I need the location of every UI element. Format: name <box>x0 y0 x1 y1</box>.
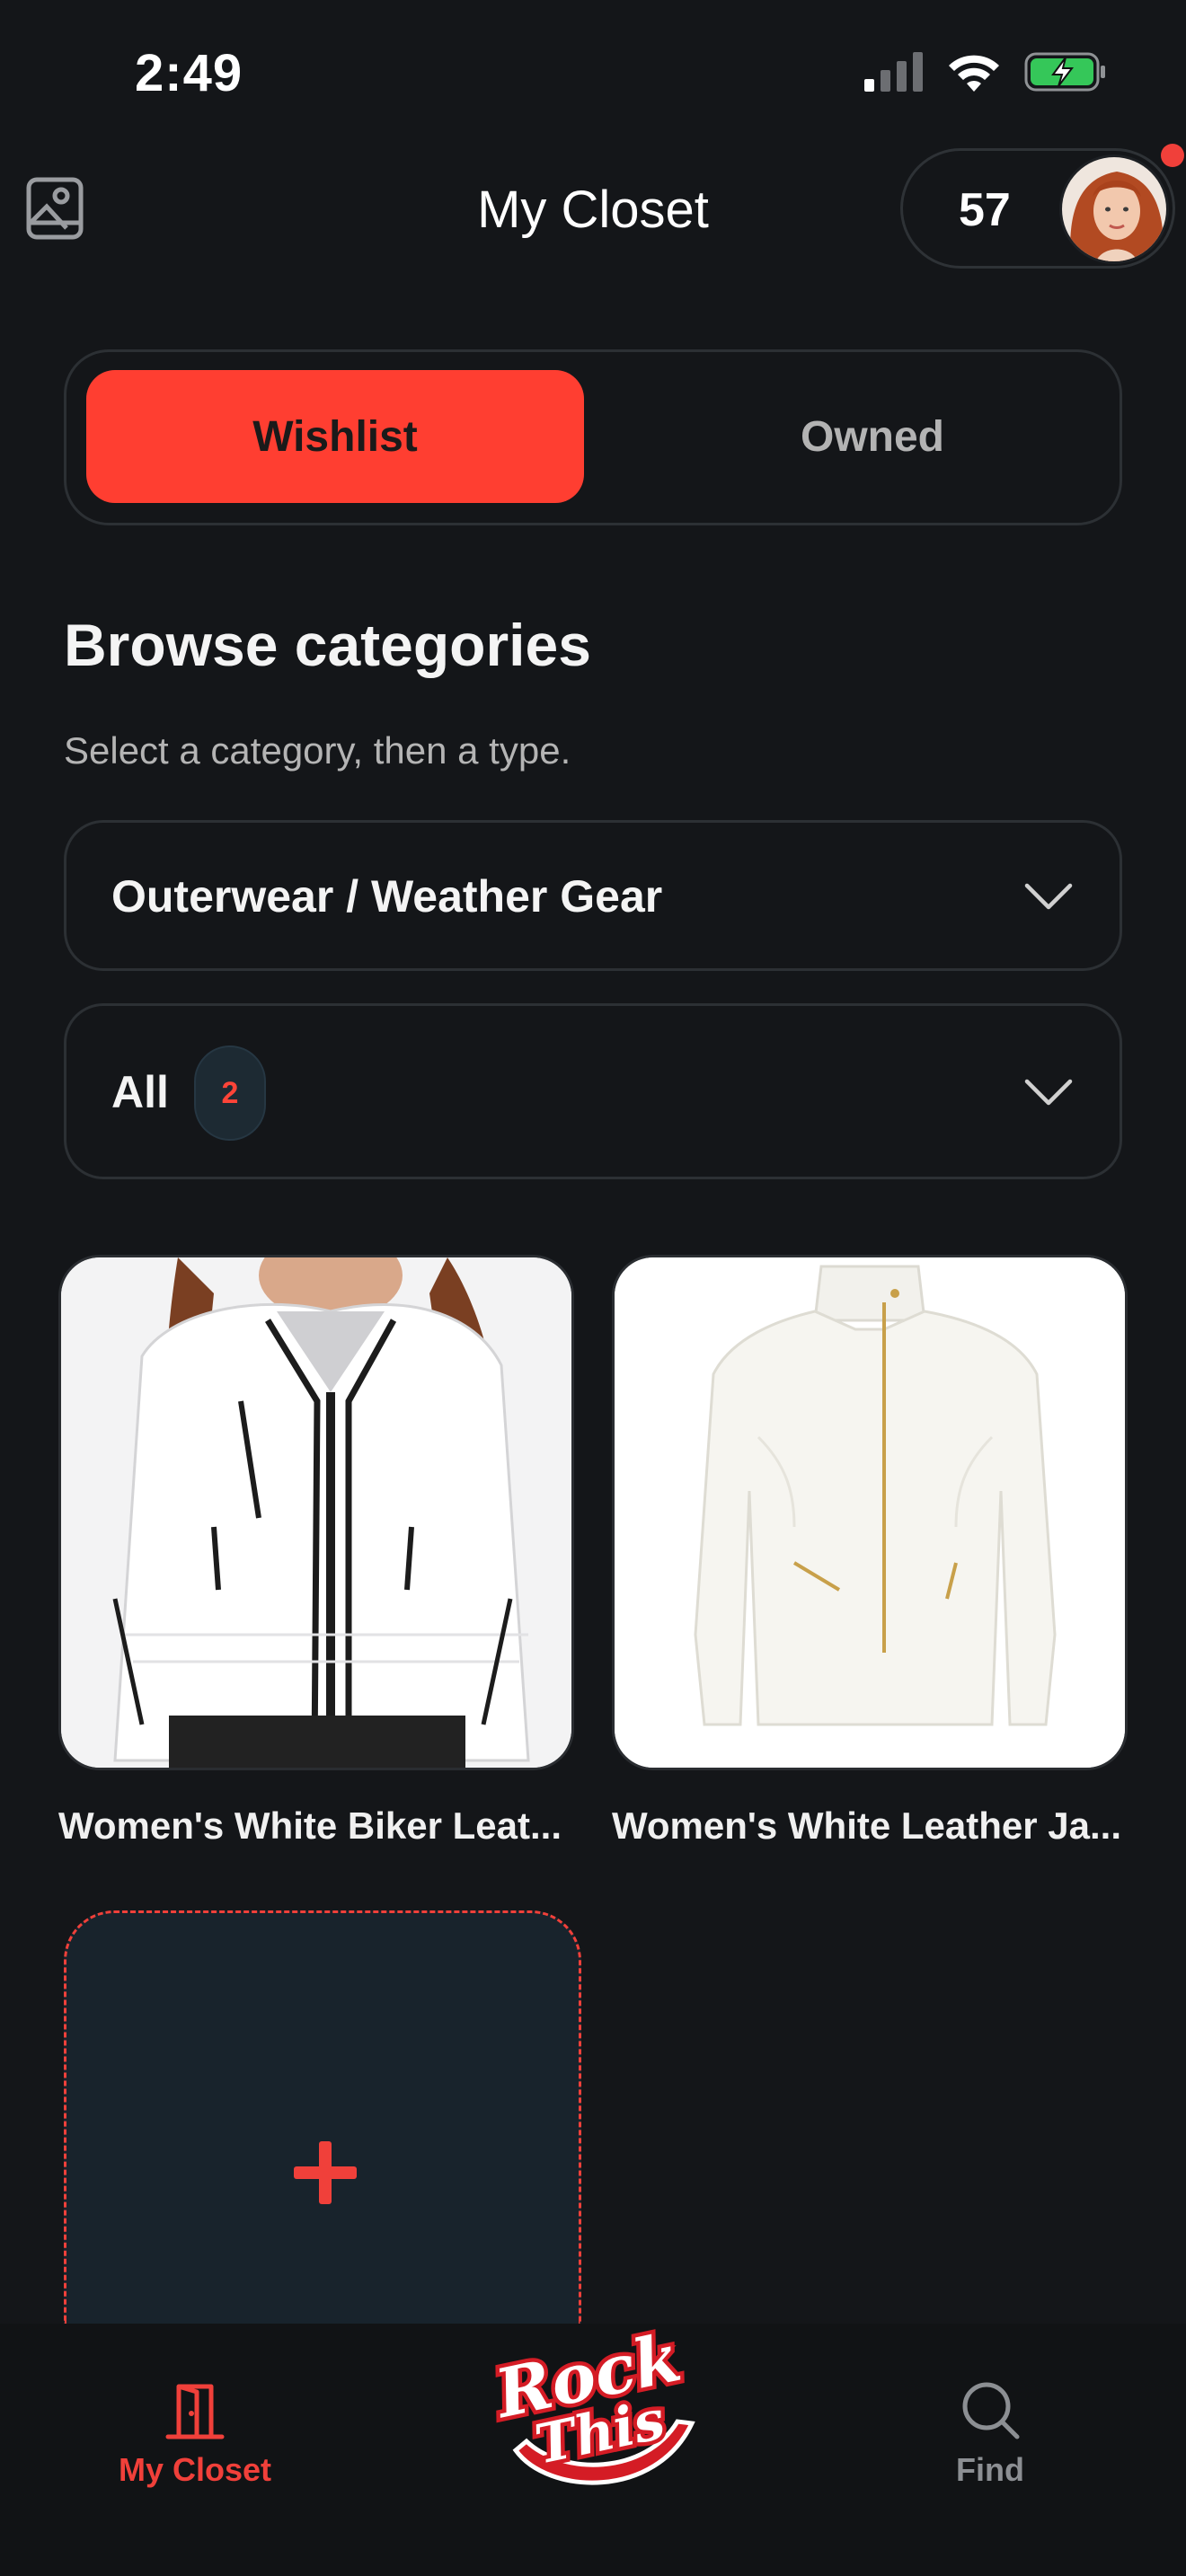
profile-counter-pill[interactable]: 57 <box>900 148 1175 269</box>
plus-icon <box>294 2141 357 2204</box>
item-image <box>612 1255 1128 1770</box>
section-title: Browse categories <box>64 612 591 678</box>
header: My Closet 57 <box>0 144 1186 269</box>
status-icons <box>864 52 1107 92</box>
closet-item-card[interactable]: Women's White Biker Leat... <box>58 1255 574 1848</box>
tab-my-closet[interactable]: My Closet <box>78 2378 312 2489</box>
category-dropdown-value: Outerwear / Weather Gear <box>111 871 663 922</box>
add-item-card[interactable] <box>64 1910 581 2324</box>
type-dropdown[interactable]: All 2 <box>64 1003 1122 1179</box>
status-bar: 2:49 <box>0 0 1186 144</box>
chevron-down-icon <box>1024 1079 1073 1106</box>
wishlist-owned-toggle: Wishlist Owned <box>64 349 1122 525</box>
cellular-signal-icon <box>864 52 923 92</box>
notification-badge <box>1161 144 1184 167</box>
rock-this-logo[interactable]: Rock This <box>483 2315 701 2504</box>
item-title: Women's White Leather Ja... <box>612 1804 1121 1847</box>
item-count-badge: 2 <box>194 1045 266 1141</box>
tab-my-closet-label: My Closet <box>118 2451 272 2488</box>
type-dropdown-value: All <box>111 1067 169 1117</box>
tab-wishlist[interactable]: Wishlist <box>86 370 584 503</box>
chevron-down-icon <box>1024 883 1073 910</box>
category-dropdown[interactable]: Outerwear / Weather Gear <box>64 820 1122 971</box>
biker-jacket-image <box>61 1257 571 1768</box>
closet-item-card[interactable]: Women's White Leather Ja... <box>612 1255 1128 1848</box>
search-icon <box>962 2382 1020 2439</box>
item-title: Women's White Biker Leat... <box>58 1804 562 1847</box>
avatar[interactable] <box>1059 154 1169 264</box>
status-time: 2:49 <box>135 44 243 102</box>
tab-find-label: Find <box>956 2451 1024 2488</box>
item-counter: 57 <box>959 184 1011 236</box>
wifi-icon <box>949 55 999 92</box>
battery-charging-icon <box>1024 52 1105 92</box>
section-subtitle: Select a category, then a type. <box>64 729 571 772</box>
rock-this-logo-graphic: Rock This <box>483 2315 695 2485</box>
tab-owned[interactable]: Owned <box>624 370 1121 503</box>
tab-find[interactable]: Find <box>873 2378 1107 2489</box>
item-image <box>58 1255 574 1770</box>
avatar-image <box>1062 157 1166 261</box>
leather-jacket-image <box>615 1257 1125 1768</box>
door-icon <box>165 2384 225 2439</box>
